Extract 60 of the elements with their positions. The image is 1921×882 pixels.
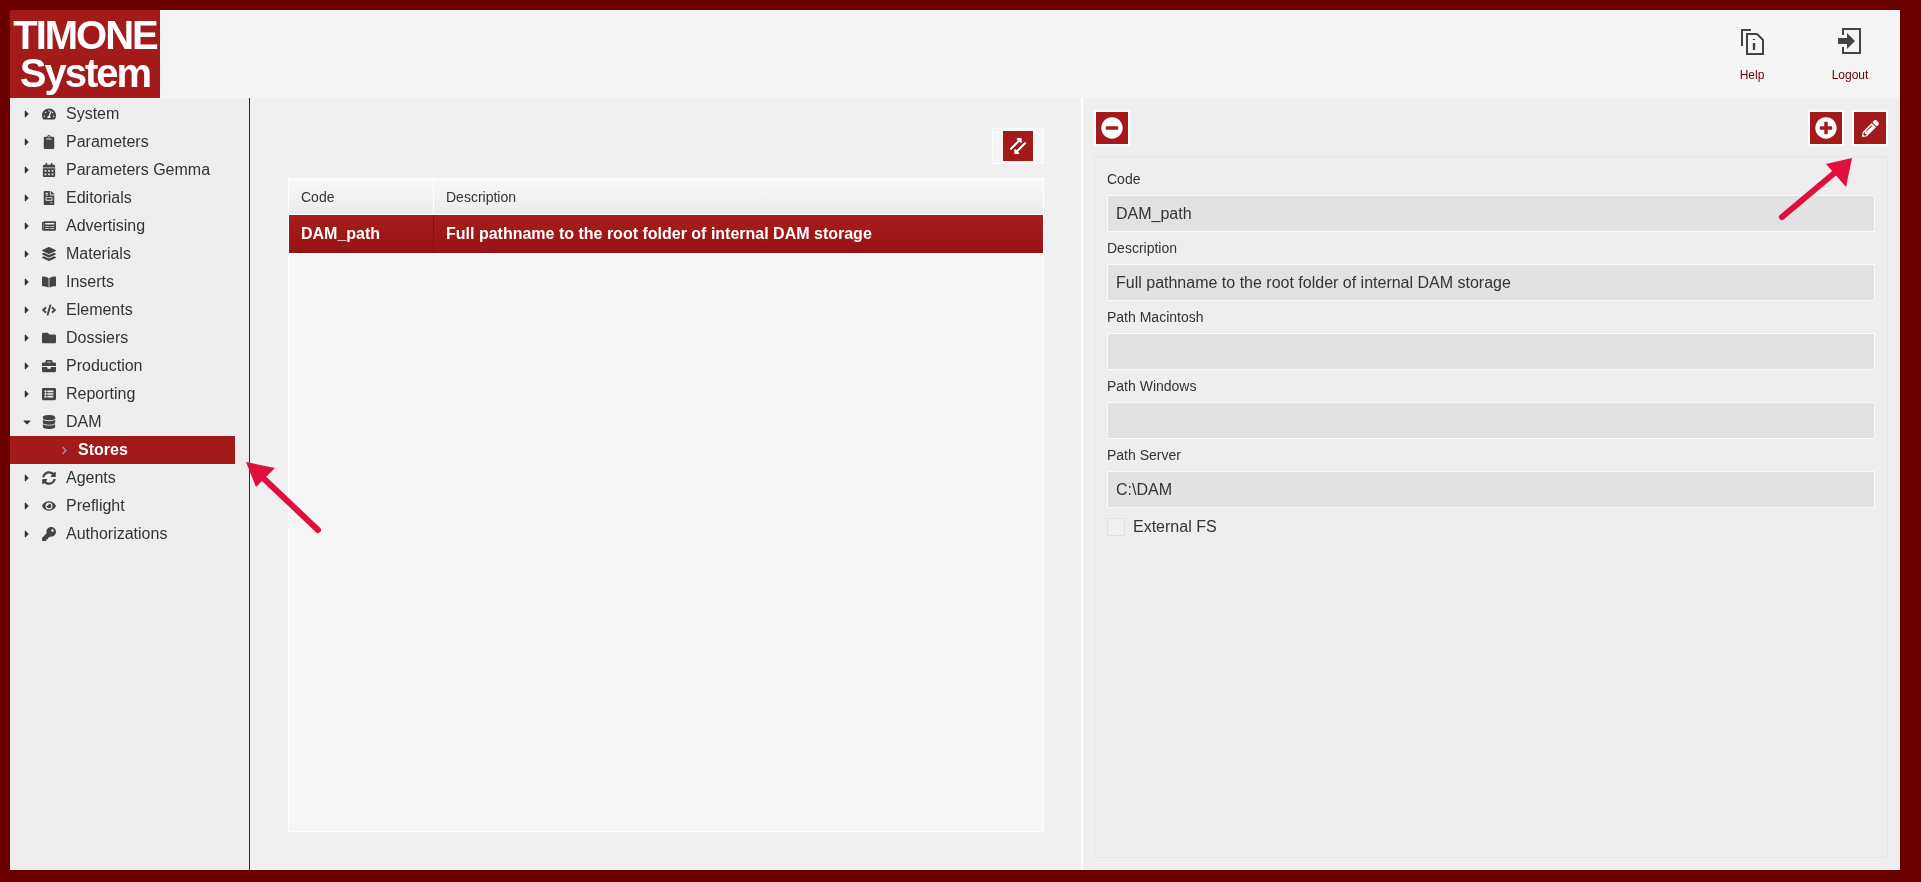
calendar-icon xyxy=(42,163,56,177)
table-row[interactable]: DAM_path Full pathname to the root folder of internal DAM storage xyxy=(289,215,1043,254)
sidebar-item[interactable]: Parameters xyxy=(10,128,249,156)
help-icon xyxy=(1739,26,1765,56)
sidebar-item[interactable]: Inserts xyxy=(10,268,249,296)
sidebar-item[interactable]: Dossiers xyxy=(10,324,249,352)
field-label: Path Server xyxy=(1107,447,1182,463)
sidebar-item[interactable]: Authorizations xyxy=(10,520,249,548)
sidebar-item[interactable]: Parameters Gemma xyxy=(10,156,249,184)
sidebar-item[interactable]: Reporting xyxy=(10,380,249,408)
logo: TIMONE System xyxy=(10,10,160,98)
input-field[interactable] xyxy=(1107,402,1875,439)
logout-icon xyxy=(1837,26,1863,56)
table-cell: DAM_path xyxy=(289,215,434,253)
field-label: Path Macintosh xyxy=(1107,309,1205,325)
newspaper-icon xyxy=(42,219,56,233)
code-icon xyxy=(42,303,56,317)
list-icon xyxy=(42,387,56,401)
help-button[interactable]: Help xyxy=(1720,10,1784,98)
field-label: Path Windows xyxy=(1107,378,1198,394)
minus-icon xyxy=(1101,117,1123,139)
briefcase-icon xyxy=(42,359,56,373)
sidebar-item[interactable]: Editorials xyxy=(10,184,249,212)
sidebar-item[interactable]: Agents xyxy=(10,464,249,492)
edit-button[interactable] xyxy=(1852,110,1888,146)
field-label: Code xyxy=(1107,171,1142,187)
database-icon xyxy=(42,415,56,429)
sidebar-item[interactable]: System xyxy=(10,100,249,128)
refresh-button[interactable] xyxy=(992,128,1044,164)
pencil-icon xyxy=(1861,119,1879,137)
sidebar-item[interactable]: Advertising xyxy=(10,212,249,240)
refresh-icon xyxy=(42,471,56,485)
sidebar-item[interactable]: Preflight xyxy=(10,492,249,520)
book-icon xyxy=(42,275,56,289)
logout-button[interactable]: Logout xyxy=(1818,10,1882,98)
sidebar-item[interactable]: Production xyxy=(10,352,249,380)
remove-button[interactable] xyxy=(1094,110,1130,146)
input-field[interactable]: C:\DAM xyxy=(1107,471,1875,508)
add-button[interactable] xyxy=(1808,110,1844,146)
plus-icon xyxy=(1815,117,1837,139)
column-header[interactable]: Code xyxy=(289,179,434,214)
field-label: Description xyxy=(1107,240,1179,256)
layers-icon xyxy=(42,247,56,261)
eye-icon xyxy=(42,499,56,513)
folder-icon xyxy=(42,331,56,345)
chevron-icon xyxy=(60,445,69,455)
input-field[interactable] xyxy=(1107,333,1875,370)
gauge-icon xyxy=(42,107,56,121)
sidebar-item[interactable]: Materials xyxy=(10,240,249,268)
checkbox-label: External FS xyxy=(1133,518,1217,536)
clipboard-icon xyxy=(42,135,56,149)
sidebar-item[interactable]: DAM xyxy=(10,408,249,436)
table-cell-text: Full pathname to the root folder of internal DAM storage xyxy=(445,224,873,244)
document-icon xyxy=(42,191,56,205)
sidebar-item[interactable]: Stores xyxy=(10,436,235,464)
input-field[interactable]: Full pathname to the root folder of internal DAM storage xyxy=(1107,264,1875,301)
key-icon xyxy=(42,527,56,541)
input-field[interactable]: DAM_path xyxy=(1107,195,1875,232)
column-header[interactable]: Description xyxy=(434,179,1043,214)
sidebar-item[interactable]: Elements xyxy=(10,296,249,324)
